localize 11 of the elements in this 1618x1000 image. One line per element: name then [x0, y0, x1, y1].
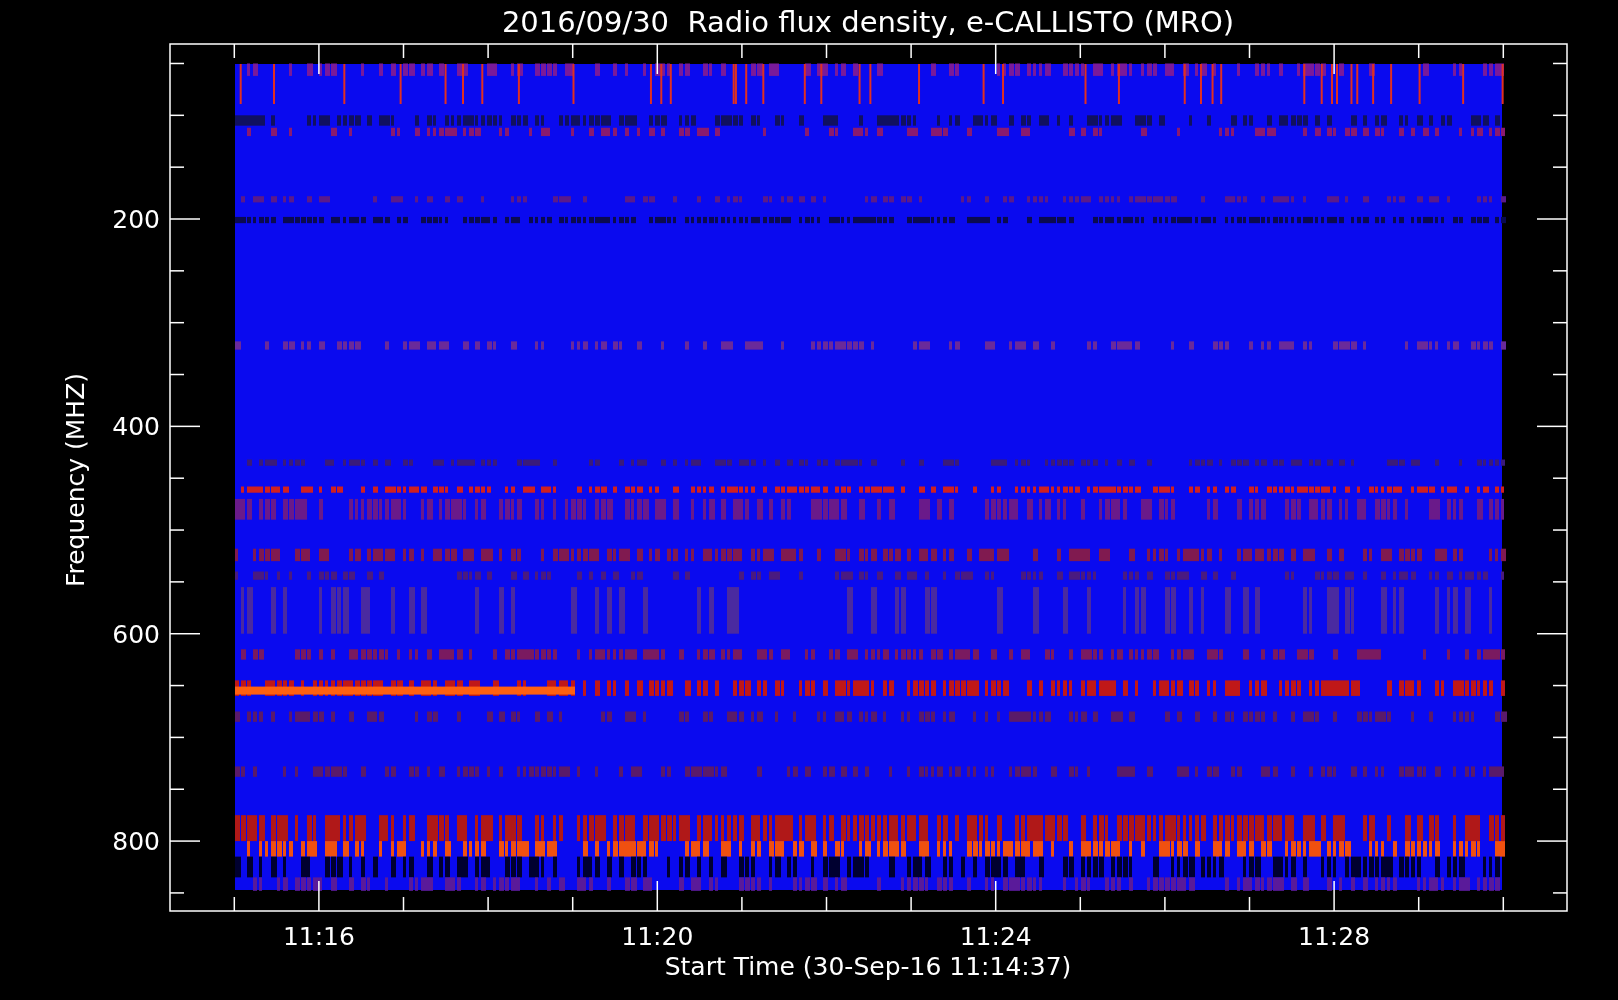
x-tick-label: 11:16: [282, 922, 355, 951]
y-tick-label: 400: [112, 412, 160, 442]
x-tick-label: 11:20: [621, 922, 694, 951]
x-axis-title: Start Time (30-Sep-16 11:14:37): [664, 952, 1072, 981]
y-tick-label: 600: [112, 619, 160, 649]
x-tick-label: 11:28: [1298, 922, 1371, 951]
y-tick-label: 800: [112, 827, 160, 857]
chart-title: 2016/09/30 Radio flux density, e-CALLISTO (MRO): [501, 5, 1235, 39]
x-tick-label: 11:24: [959, 922, 1032, 951]
y-axis-title: Frequency (MHZ): [61, 372, 90, 588]
y-tick-label: 200: [112, 205, 160, 234]
